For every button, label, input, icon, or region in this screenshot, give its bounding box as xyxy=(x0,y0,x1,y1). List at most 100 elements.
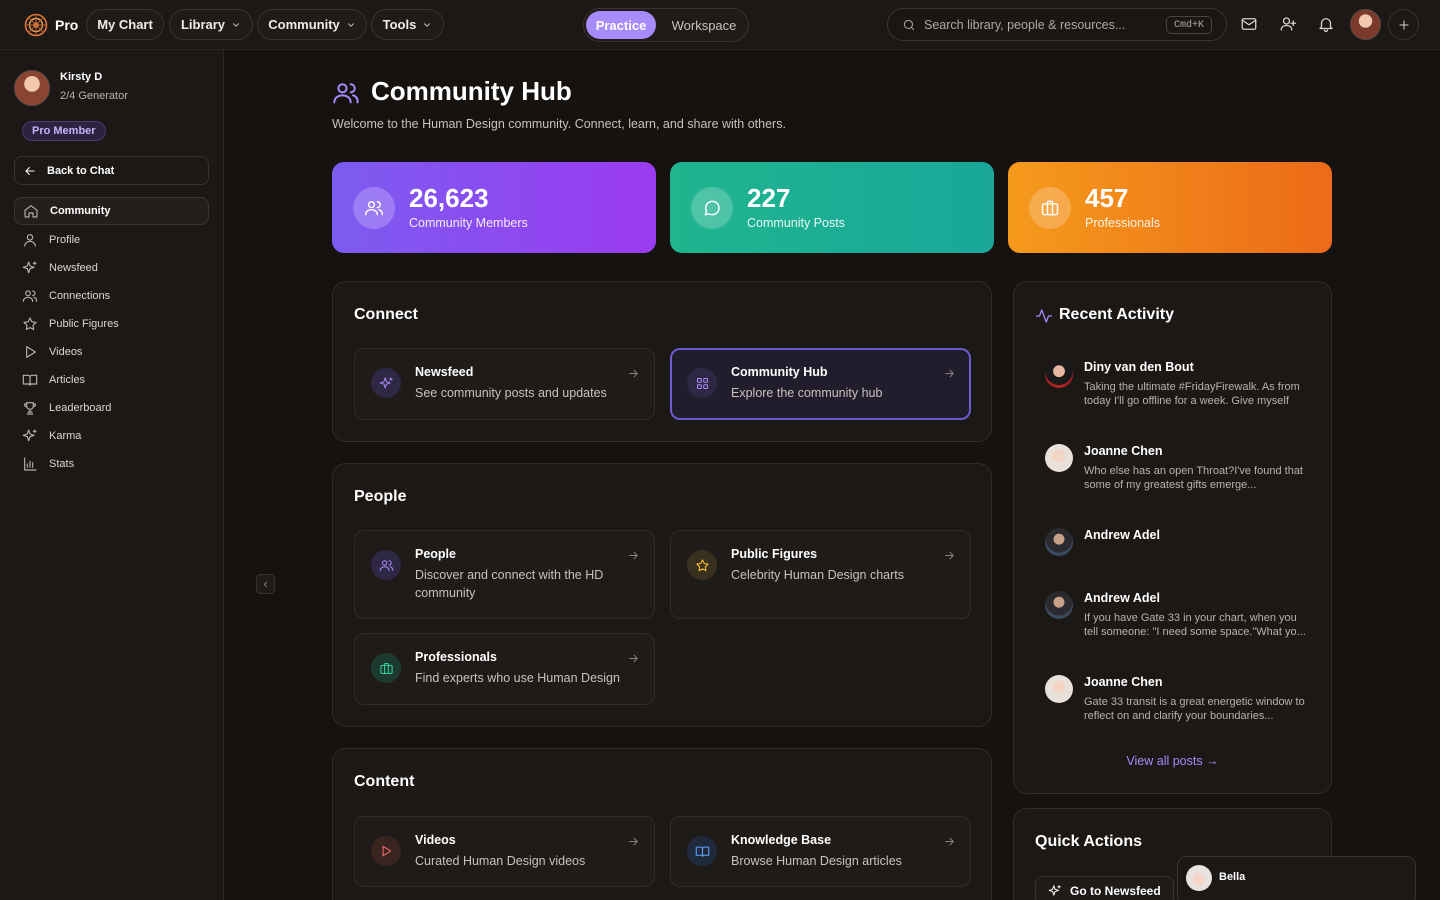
nav-library-label: Library xyxy=(180,17,226,32)
mail-icon[interactable] xyxy=(1240,15,1258,33)
newsfeed-card[interactable]: Newsfeed See community posts and updates xyxy=(354,348,655,420)
users-icon xyxy=(379,559,393,571)
search-input[interactable] xyxy=(924,17,1154,32)
stat-members-card: 26,623 Community Members xyxy=(332,162,656,253)
sidebar-item-videos[interactable]: Videos xyxy=(14,338,209,366)
users-icon xyxy=(22,290,38,302)
sidebar: Kirsty D 2/4 Generator Pro Member Back t… xyxy=(0,50,224,900)
card-description: Curated Human Design videos xyxy=(415,854,586,868)
activity-snippet[interactable]: Gate 33 transit is a great energetic win… xyxy=(1084,695,1306,723)
activity-author[interactable]: Andrew Adel xyxy=(1084,528,1160,542)
sparkles-icon xyxy=(22,261,37,274)
nav-tools[interactable]: Tools xyxy=(371,9,444,40)
view-all-posts-link[interactable]: View all posts → xyxy=(1014,754,1331,768)
user-type: 2/4 Generator xyxy=(60,90,128,102)
bell-icon[interactable] xyxy=(1317,15,1335,33)
nav-my-chart[interactable]: My Chart xyxy=(86,9,164,40)
brand-name: Pro xyxy=(55,17,79,33)
professionals-card[interactable]: Professionals Find experts who use Human… xyxy=(354,633,655,705)
bar-chart-icon xyxy=(24,457,37,471)
sidebar-item-articles[interactable]: Articles xyxy=(14,366,209,394)
assistant-widget[interactable]: Bella xyxy=(1177,856,1416,900)
add-user-icon[interactable] xyxy=(1279,15,1297,33)
stat-value: 26,623 xyxy=(409,183,489,214)
activity-author[interactable]: Joanne Chen xyxy=(1084,675,1163,689)
sidebar-item-newsfeed[interactable]: Newsfeed xyxy=(14,254,209,282)
activity-author[interactable]: Joanne Chen xyxy=(1084,444,1163,458)
card-description: Discover and connect with the HD communi… xyxy=(415,568,604,600)
go-to-newsfeed-label: Go to Newsfeed xyxy=(1070,884,1161,898)
sidebar-item-karma[interactable]: Karma xyxy=(14,422,209,450)
collapse-sidebar-button[interactable] xyxy=(256,574,275,594)
sidebar-item-label: Profile xyxy=(49,234,81,246)
card-title: Professionals xyxy=(415,650,497,664)
avatar[interactable] xyxy=(14,70,50,106)
activity-author[interactable]: Diny van den Bout xyxy=(1084,360,1194,374)
card-description: Browse Human Design articles xyxy=(731,854,902,868)
sidebar-item-connections[interactable]: Connections xyxy=(14,282,209,310)
sidebar-item-label: Public Figures xyxy=(49,318,119,330)
activity-pulse-icon xyxy=(1035,309,1053,323)
account-avatar[interactable] xyxy=(1350,9,1381,40)
sidebar-item-public-figures[interactable]: Public Figures xyxy=(14,310,209,338)
arrow-right-icon xyxy=(629,551,638,560)
activity-snippet[interactable]: Who else has an open Throat?I've found t… xyxy=(1084,464,1306,492)
stat-posts-card: 227 Community Posts xyxy=(670,162,994,253)
play-icon xyxy=(382,845,392,857)
chevron-down-icon xyxy=(347,22,354,27)
nav-library[interactable]: Library xyxy=(169,9,253,40)
chevron-down-icon xyxy=(424,22,431,27)
activity-author[interactable]: Andrew Adel xyxy=(1084,591,1160,605)
activity-snippet[interactable]: Taking the ultimate #FridayFirewalk. As … xyxy=(1084,380,1306,408)
community-hub-card[interactable]: Community Hub Explore the community hub xyxy=(670,348,971,420)
trophy-icon xyxy=(24,402,36,415)
nav-community[interactable]: Community xyxy=(257,9,367,40)
card-icon-circle xyxy=(687,550,717,580)
people-card[interactable]: People Discover and connect with the HD … xyxy=(354,530,655,619)
avatar[interactable] xyxy=(1045,675,1073,703)
stat-professionals-card: 457 Professionals xyxy=(1008,162,1332,253)
global-search[interactable]: Cmd+K xyxy=(887,8,1227,41)
sidebar-item-profile[interactable]: Profile xyxy=(14,226,209,254)
card-icon-circle xyxy=(687,836,717,866)
sidebar-item-community[interactable]: Community xyxy=(14,197,209,225)
knowledge-base-card[interactable]: Knowledge Base Browse Human Design artic… xyxy=(670,816,971,887)
card-title: Community Hub xyxy=(731,365,828,379)
sidebar-item-label: Newsfeed xyxy=(49,262,98,274)
avatar[interactable] xyxy=(1045,591,1073,619)
sidebar-item-label: Karma xyxy=(49,430,82,442)
stat-icon-circle xyxy=(1029,186,1071,229)
public-figures-card[interactable]: Public Figures Celebrity Human Design ch… xyxy=(670,530,971,619)
sidebar-item-label: Videos xyxy=(49,346,83,358)
card-title: Newsfeed xyxy=(415,365,474,379)
avatar[interactable] xyxy=(1045,360,1073,388)
avatar xyxy=(1186,865,1212,891)
mode-practice-button[interactable]: Practice xyxy=(586,11,656,39)
activity-snippet[interactable]: If you have Gate 33 in your chart, when … xyxy=(1084,611,1306,639)
message-circle-icon xyxy=(704,200,720,215)
sidebar-item-stats[interactable]: Stats xyxy=(14,450,209,478)
go-to-newsfeed-button[interactable]: Go to Newsfeed xyxy=(1035,876,1174,900)
logo-mandala-icon xyxy=(24,13,48,37)
arrow-right-icon xyxy=(629,369,638,378)
user-icon xyxy=(24,234,36,247)
sidebar-item-label: Articles xyxy=(49,374,86,386)
pro-member-badge: Pro Member xyxy=(22,121,106,141)
nav-community-label: Community xyxy=(268,17,340,32)
brand-logo[interactable]: Pro xyxy=(24,13,78,37)
videos-card[interactable]: Videos Curated Human Design videos xyxy=(354,816,655,887)
sidebar-item-leaderboard[interactable]: Leaderboard xyxy=(14,394,209,422)
avatar[interactable] xyxy=(1045,528,1073,556)
home-icon xyxy=(24,205,38,218)
back-to-chat-button[interactable]: Back to Chat xyxy=(14,156,209,185)
card-title: Knowledge Base xyxy=(731,833,832,847)
users-icon xyxy=(333,83,359,104)
avatar[interactable] xyxy=(1045,444,1073,472)
create-button[interactable] xyxy=(1388,9,1419,40)
mode-workspace-button[interactable]: Workspace xyxy=(662,11,746,39)
nav-my-chart-label: My Chart xyxy=(97,17,153,32)
card-description: Celebrity Human Design charts xyxy=(731,568,904,582)
sidebar-item-label: Community xyxy=(50,205,111,217)
sidebar-item-label: Stats xyxy=(49,458,75,470)
search-icon xyxy=(903,19,915,30)
